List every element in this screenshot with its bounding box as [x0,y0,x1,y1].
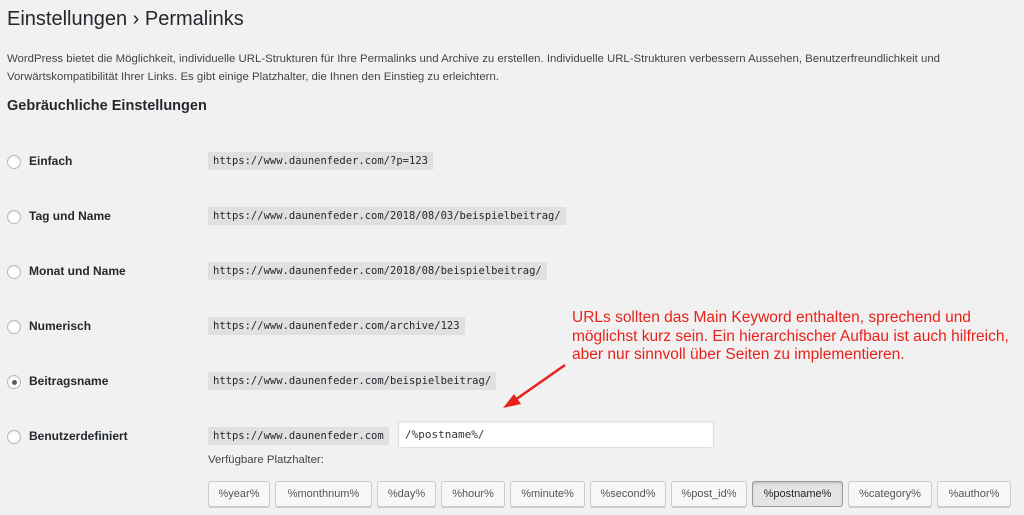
base-url: https://www.daunenfeder.com [208,427,389,445]
radio-benutzerdefiniert[interactable] [7,430,21,444]
custom-structure-input[interactable]: /%postname%/ [398,421,714,448]
example-url: https://www.daunenfeder.com/beispielbeit… [208,372,497,390]
annotation-arrow-icon [503,363,566,408]
permalink-option-tag-und-name: Tag und Name https://www.daunenfeder.com… [7,205,647,229]
example-url: https://www.daunenfeder.com/archive/123 [208,317,465,335]
example-url: https://www.daunenfeder.com/?p=123 [208,152,433,170]
tag-button-hour[interactable]: %hour% [441,481,505,507]
radio-tag-und-name[interactable] [7,210,21,224]
radio-monat-und-name[interactable] [7,265,21,279]
radio-numerisch[interactable] [7,320,21,334]
permalink-option-benutzerdefiniert: Benutzerdefiniert https://www.daunenfede… [7,421,747,449]
placeholder-tags-label: Verfügbare Platzhalter: [208,454,324,466]
tag-button-second[interactable]: %second% [590,481,666,507]
section-title: Gebräuchliche Einstellungen [7,98,207,114]
option-label[interactable]: Numerisch [29,319,91,333]
tag-button-monthnum[interactable]: %monthnum% [275,481,372,507]
tag-button-author[interactable]: %author% [937,481,1011,507]
radio-einfach[interactable] [7,155,21,169]
tag-button-postname[interactable]: %postname% [752,481,843,507]
example-url: https://www.daunenfeder.com/2018/08/beis… [208,262,547,280]
example-url: https://www.daunenfeder.com/2018/08/03/b… [208,207,566,225]
annotation-note: URLs sollten das Main Keyword enthalten,… [572,309,1009,364]
tag-button-post-id[interactable]: %post_id% [671,481,747,507]
tag-button-minute[interactable]: %minute% [510,481,585,507]
radio-beitragsname[interactable] [7,375,21,389]
permalink-option-numerisch: Numerisch https://www.daunenfeder.com/ar… [7,315,647,339]
page-intro: WordPress bietet die Möglichkeit, indivi… [7,53,941,83]
option-label[interactable]: Einfach [29,154,72,168]
option-label[interactable]: Benutzerdefiniert [29,429,128,443]
tag-button-day[interactable]: %day% [377,481,436,507]
permalink-option-monat-und-name: Monat und Name https://www.daunenfeder.c… [7,260,647,284]
page-title: Einstellungen › Permalinks [7,8,244,30]
tag-button-year[interactable]: %year% [208,481,270,507]
option-label[interactable]: Monat und Name [29,264,126,278]
permalink-option-einfach: Einfach https://www.daunenfeder.com/?p=1… [7,150,647,174]
tag-button-category[interactable]: %category% [848,481,932,507]
option-label[interactable]: Tag und Name [29,209,111,223]
option-label[interactable]: Beitragsname [29,374,108,388]
